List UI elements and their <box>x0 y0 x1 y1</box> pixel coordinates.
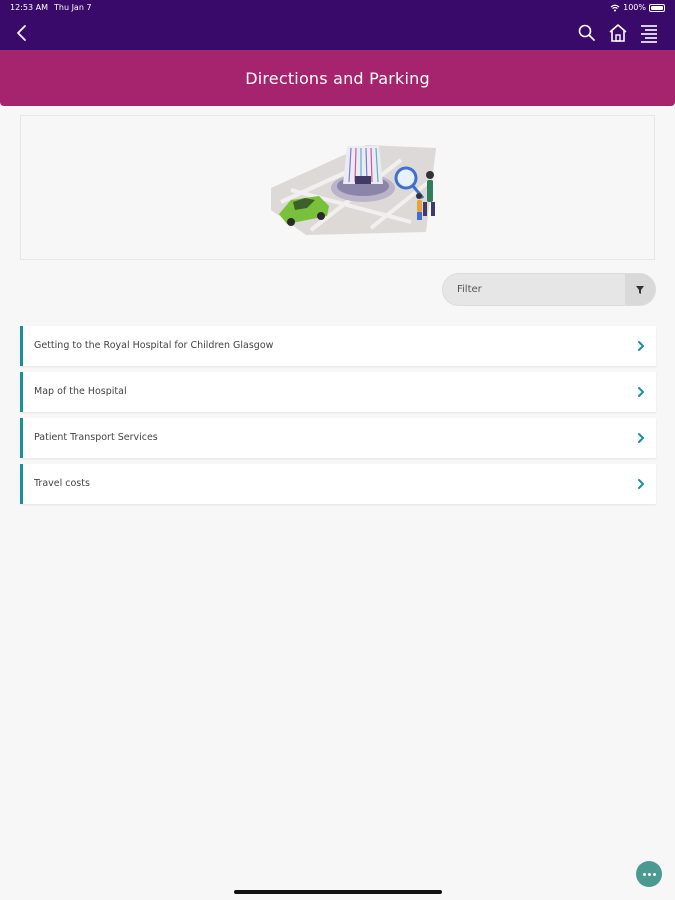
chevron-right-icon <box>638 433 644 443</box>
more-options-button[interactable] <box>636 861 662 887</box>
status-right: 100% <box>610 3 665 12</box>
battery-icon <box>649 3 665 12</box>
funnel-icon <box>636 286 644 294</box>
wifi-icon <box>610 4 620 11</box>
list-item-map-of-hospital[interactable]: Map of the Hospital <box>20 372 656 412</box>
battery-percent: 100% <box>623 3 646 12</box>
page-header: Directions and Parking <box>0 50 675 106</box>
hospital-map-illustration <box>271 145 436 235</box>
hero-card <box>20 115 655 260</box>
list-item-label: Patient Transport Services <box>34 432 158 443</box>
ellipsis-dot <box>653 873 656 876</box>
page-title: Directions and Parking <box>245 68 430 88</box>
list-item-label: Map of the Hospital <box>34 386 127 397</box>
filter-dropdown[interactable]: Filter <box>442 273 656 306</box>
list-item-label: Getting to the Royal Hospital for Childr… <box>34 340 274 351</box>
search-icon[interactable] <box>576 22 598 44</box>
home-indicator <box>234 890 442 894</box>
status-time: 12:53 AM <box>10 3 48 12</box>
list-item-patient-transport[interactable]: Patient Transport Services <box>20 418 656 458</box>
chevron-right-icon <box>638 341 644 351</box>
menu-icon[interactable] <box>638 22 660 44</box>
chevron-right-icon <box>638 387 644 397</box>
list-item-travel-costs[interactable]: Travel costs <box>20 464 656 504</box>
ellipsis-dot <box>648 873 651 876</box>
filter-button[interactable] <box>625 274 655 305</box>
status-date: Thu Jan 7 <box>54 3 92 12</box>
nav-bar <box>0 16 675 50</box>
ellipsis-icon <box>643 873 646 876</box>
chevron-right-icon <box>638 479 644 489</box>
directions-list: Getting to the Royal Hospital for Childr… <box>20 326 656 510</box>
filter-label: Filter <box>457 284 482 295</box>
home-icon[interactable] <box>606 21 630 45</box>
list-item-getting-to-hospital[interactable]: Getting to the Royal Hospital for Childr… <box>20 326 656 366</box>
chevron-left-icon[interactable] <box>12 22 34 44</box>
list-item-label: Travel costs <box>34 478 90 489</box>
status-bar: 12:53 AM Thu Jan 7 100% <box>0 0 675 16</box>
